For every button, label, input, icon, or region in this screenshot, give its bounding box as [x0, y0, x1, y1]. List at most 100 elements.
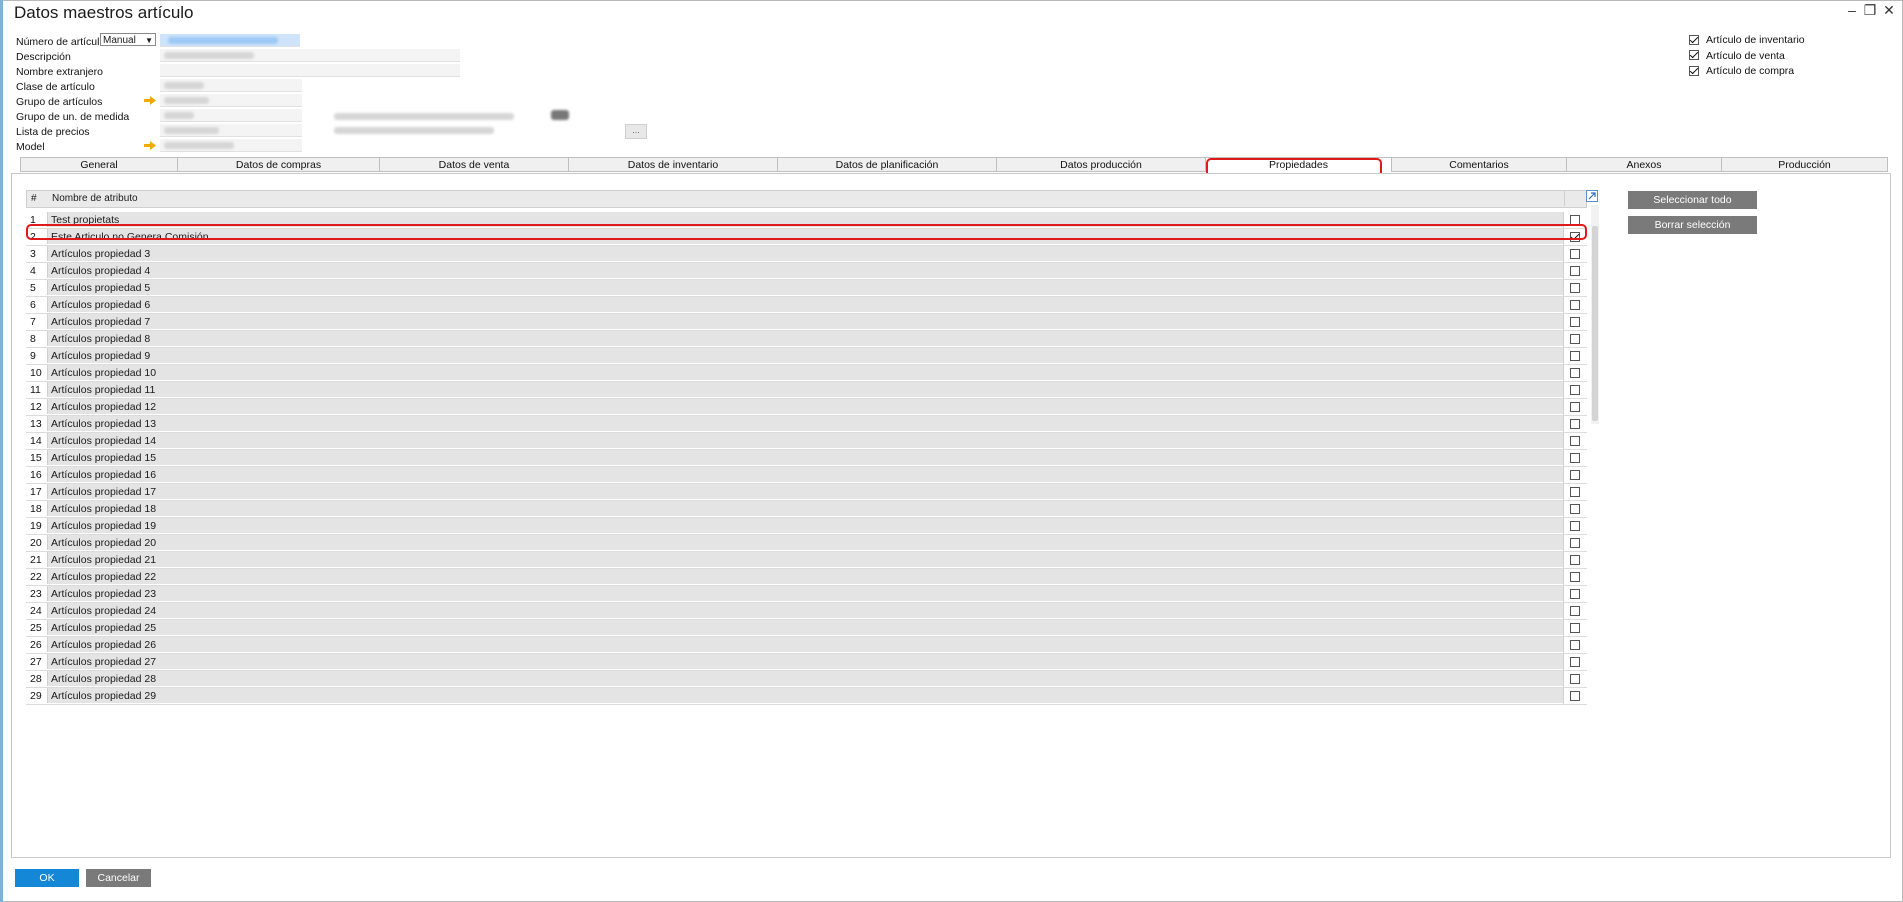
- model-field[interactable]: [160, 139, 302, 152]
- attribute-checkbox[interactable]: [1570, 419, 1580, 429]
- table-row[interactable]: 9 Artículos propiedad 9: [26, 348, 1588, 365]
- table-row[interactable]: 23 Artículos propiedad 23: [26, 586, 1588, 603]
- purchase-item-label: Artículo de compra: [1706, 65, 1795, 77]
- table-row[interactable]: 15 Artículos propiedad 15: [26, 450, 1588, 467]
- table-row[interactable]: 13 Artículos propiedad 13: [26, 416, 1588, 433]
- table-row[interactable]: 29 Artículos propiedad 29: [26, 688, 1588, 705]
- attribute-checkbox[interactable]: [1570, 623, 1580, 633]
- table-row[interactable]: 24 Artículos propiedad 24: [26, 603, 1588, 620]
- attribute-checkbox[interactable]: [1570, 504, 1580, 514]
- purchase-item-checkbox[interactable]: [1689, 66, 1699, 76]
- table-row[interactable]: 16 Artículos propiedad 16: [26, 467, 1588, 484]
- attribute-checkbox[interactable]: [1570, 334, 1580, 344]
- item-group-link-arrow-icon[interactable]: [144, 96, 156, 105]
- table-row[interactable]: 1 Test propietats: [26, 212, 1588, 229]
- select-all-button[interactable]: Seleccionar todo: [1628, 191, 1757, 209]
- item-group-select[interactable]: [160, 94, 302, 107]
- table-row[interactable]: 25 Artículos propiedad 25: [26, 620, 1588, 637]
- table-row[interactable]: 22 Artículos propiedad 22: [26, 569, 1588, 586]
- table-row[interactable]: 28 Artículos propiedad 28: [26, 671, 1588, 688]
- table-row[interactable]: 2 Este Articulo no Genera Comisión: [26, 229, 1588, 246]
- clear-selection-button[interactable]: Borrar selección: [1628, 216, 1757, 234]
- table-row[interactable]: 17 Artículos propiedad 17: [26, 484, 1588, 501]
- attribute-checkbox[interactable]: [1570, 521, 1580, 531]
- table-row[interactable]: 6 Artículos propiedad 6: [26, 297, 1588, 314]
- attribute-checkbox[interactable]: [1570, 317, 1580, 327]
- attribute-checkbox[interactable]: [1570, 487, 1580, 497]
- attribute-check-cell: [1563, 297, 1588, 313]
- uom-group-select[interactable]: [160, 109, 302, 122]
- table-row[interactable]: 3 Artículos propiedad 3: [26, 246, 1588, 263]
- ellipsis-button[interactable]: ...: [625, 124, 647, 139]
- attribute-checkbox[interactable]: [1570, 657, 1580, 667]
- attribute-checkbox[interactable]: [1570, 283, 1580, 293]
- tab-planning[interactable]: Datos de planificación: [777, 157, 996, 172]
- col-name-header[interactable]: Nombre de atributo: [52, 191, 138, 207]
- tab-attachments[interactable]: Anexos: [1566, 157, 1721, 172]
- uom-code-redacted: [334, 113, 514, 120]
- tab-inventory[interactable]: Datos de inventario: [568, 157, 777, 172]
- table-row[interactable]: 18 Artículos propiedad 18: [26, 501, 1588, 518]
- ok-button[interactable]: OK: [15, 869, 79, 887]
- table-row[interactable]: 5 Artículos propiedad 5: [26, 280, 1588, 297]
- attribute-checkbox[interactable]: [1570, 691, 1580, 701]
- tab-production-data[interactable]: Datos producción: [996, 157, 1205, 172]
- expand-icon[interactable]: [1586, 190, 1598, 202]
- item-type-select[interactable]: [160, 79, 302, 92]
- attribute-checkbox[interactable]: [1570, 572, 1580, 582]
- table-row[interactable]: 14 Artículos propiedad 14: [26, 433, 1588, 450]
- table-row[interactable]: 7 Artículos propiedad 7: [26, 314, 1588, 331]
- item-number-field[interactable]: [160, 34, 300, 47]
- tab-general[interactable]: General: [20, 157, 177, 172]
- tab-sales[interactable]: Datos de venta: [379, 157, 568, 172]
- item-number-mode-select[interactable]: Manual ▼: [100, 33, 156, 46]
- attribute-checkbox[interactable]: [1570, 436, 1580, 446]
- attribute-checkbox[interactable]: [1570, 453, 1580, 463]
- minimize-icon[interactable]: –: [1844, 2, 1860, 18]
- tab-purchasing[interactable]: Datos de compras: [177, 157, 379, 172]
- attribute-checkbox[interactable]: [1570, 215, 1580, 225]
- table-row[interactable]: 12 Artículos propiedad 12: [26, 399, 1588, 416]
- close-icon[interactable]: ✕: [1881, 2, 1897, 19]
- attribute-checkbox[interactable]: [1570, 249, 1580, 259]
- tab-remarks[interactable]: Comentarios: [1391, 157, 1566, 172]
- chevron-down-icon: ▼: [145, 36, 153, 45]
- grid-scrollbar-thumb[interactable]: [1592, 226, 1598, 421]
- attribute-checkbox[interactable]: [1570, 402, 1580, 412]
- attribute-checkbox[interactable]: [1570, 538, 1580, 548]
- table-row[interactable]: 19 Artículos propiedad 19: [26, 518, 1588, 535]
- table-row[interactable]: 4 Artículos propiedad 4: [26, 263, 1588, 280]
- restore-icon[interactable]: ❐: [1862, 2, 1878, 19]
- inventory-item-checkbox[interactable]: [1689, 35, 1699, 45]
- attribute-checkbox[interactable]: [1570, 606, 1580, 616]
- attribute-checkbox[interactable]: [1570, 589, 1580, 599]
- attribute-checkbox[interactable]: [1570, 555, 1580, 565]
- table-row[interactable]: 11 Artículos propiedad 11: [26, 382, 1588, 399]
- table-row[interactable]: 26 Artículos propiedad 26: [26, 637, 1588, 654]
- cancel-button[interactable]: Cancelar: [86, 869, 151, 887]
- col-check-header: [1564, 190, 1588, 206]
- table-row[interactable]: 21 Artículos propiedad 21: [26, 552, 1588, 569]
- attribute-checkbox[interactable]: [1570, 266, 1580, 276]
- attribute-name-cell: Artículos propiedad 10: [47, 365, 1563, 380]
- attribute-checkbox[interactable]: [1570, 470, 1580, 480]
- table-row[interactable]: 20 Artículos propiedad 20: [26, 535, 1588, 552]
- price-list-select[interactable]: [160, 124, 302, 137]
- attribute-name-cell: Artículos propiedad 13: [47, 416, 1563, 431]
- attribute-name-cell: Artículos propiedad 23: [47, 586, 1563, 601]
- table-row[interactable]: 27 Artículos propiedad 27: [26, 654, 1588, 671]
- attribute-checkbox[interactable]: [1570, 385, 1580, 395]
- table-row[interactable]: 10 Artículos propiedad 10: [26, 365, 1588, 382]
- sales-item-checkbox[interactable]: [1689, 50, 1699, 60]
- attribute-checkbox[interactable]: [1570, 674, 1580, 684]
- attribute-checkbox[interactable]: [1570, 232, 1580, 242]
- description-field[interactable]: [160, 49, 460, 62]
- table-row[interactable]: 8 Artículos propiedad 8: [26, 331, 1588, 348]
- tab-production[interactable]: Producción: [1721, 157, 1888, 172]
- attribute-checkbox[interactable]: [1570, 640, 1580, 650]
- attribute-checkbox[interactable]: [1570, 368, 1580, 378]
- attribute-checkbox[interactable]: [1570, 300, 1580, 310]
- foreign-name-field[interactable]: [160, 64, 460, 77]
- model-link-arrow-icon[interactable]: [144, 141, 156, 150]
- attribute-checkbox[interactable]: [1570, 351, 1580, 361]
